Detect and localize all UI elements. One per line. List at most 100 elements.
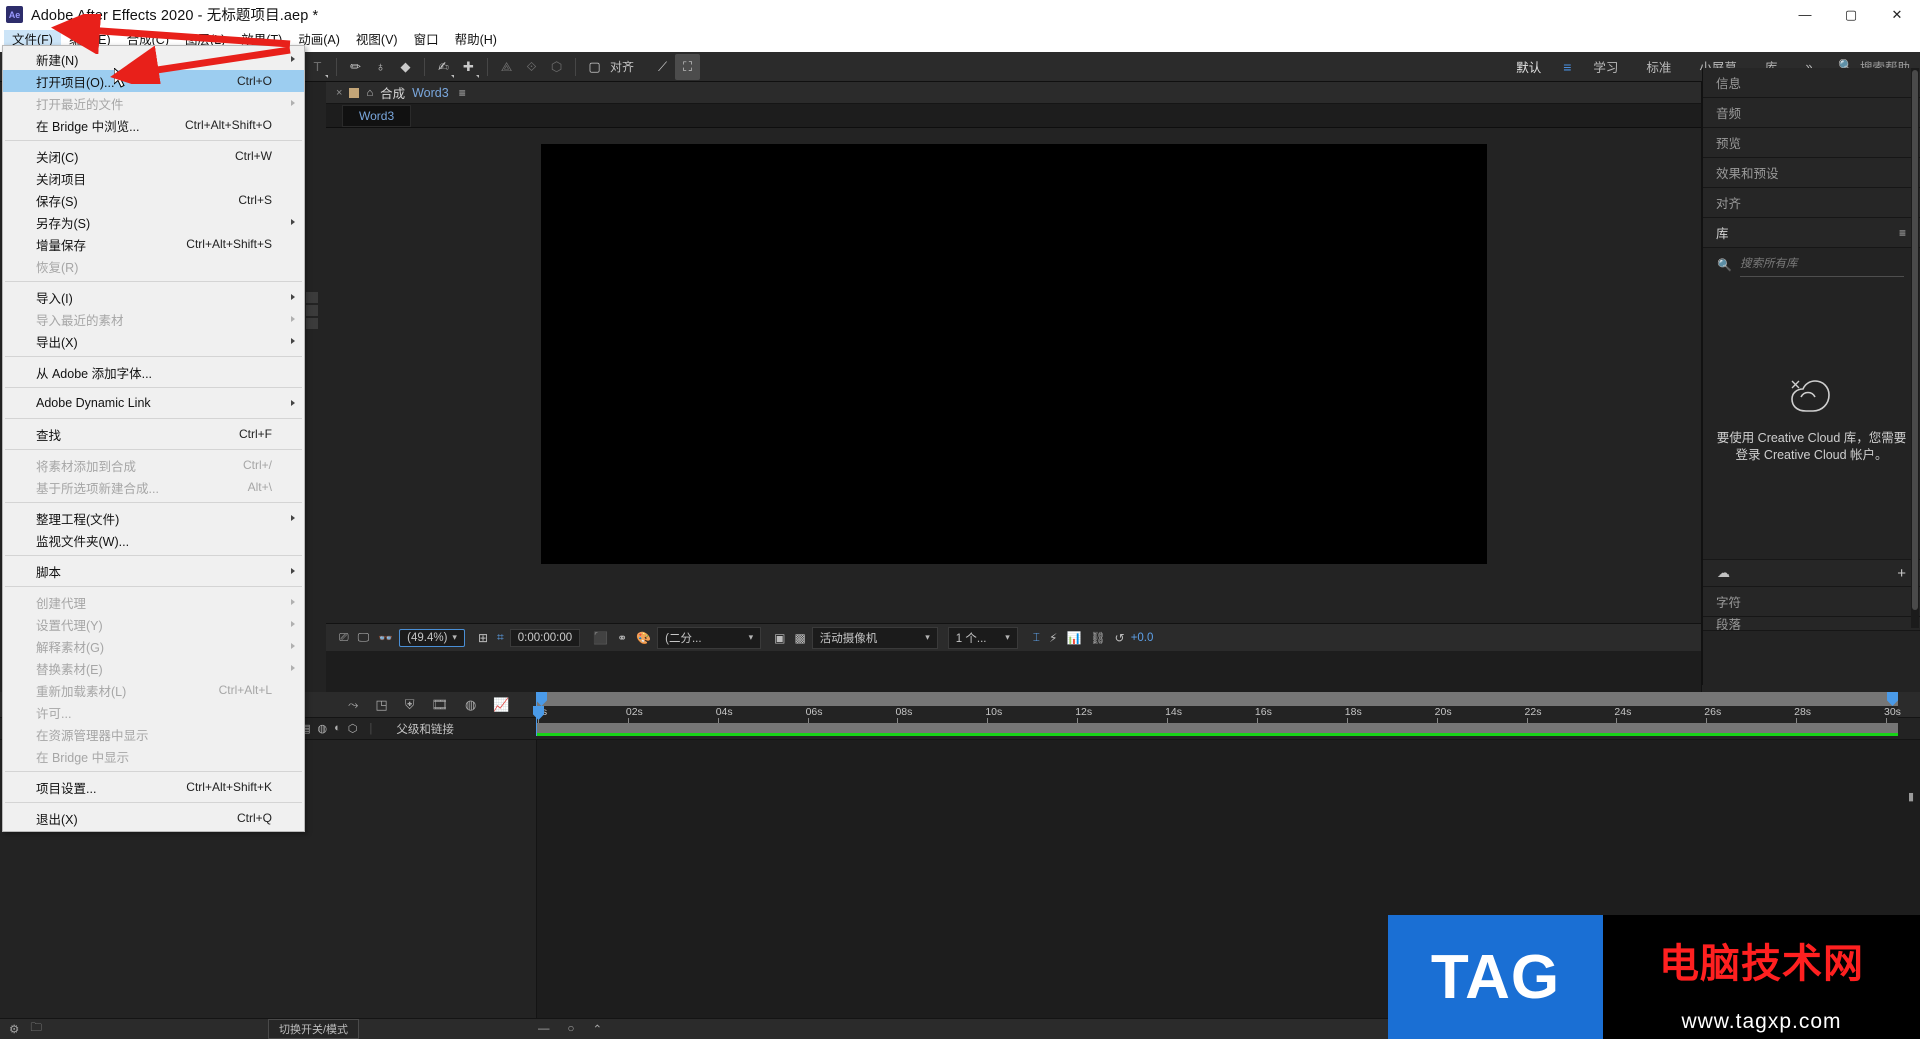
draft-3d-icon[interactable]: ◍ — [465, 697, 476, 713]
menu-item-新建-n-[interactable]: 新建(N) — [3, 48, 304, 70]
minimize-button[interactable]: — — [1782, 0, 1828, 29]
menu-item-打开项目-o-[interactable]: 打开项目(O)... Ctrl+O — [3, 70, 304, 92]
composition-canvas[interactable] — [540, 144, 1487, 564]
menu-window[interactable]: 窗口 — [406, 30, 447, 52]
workspace-learn[interactable]: 学习 — [1579, 52, 1632, 82]
pin-icon[interactable]: ▮ — [1904, 790, 1918, 803]
view-axis-mode-icon[interactable]: ⬡ — [544, 54, 569, 80]
timeline-ruler[interactable]: 0s02s04s06s08s10s12s14s16s18s20s22s24s26… — [533, 692, 1901, 736]
close-tab-icon[interactable]: × — [336, 87, 342, 99]
exposure-value[interactable]: +0.0 — [1131, 632, 1154, 644]
fast-preview-icon[interactable]: ⚡ — [1046, 631, 1060, 645]
puppet-pin-tool[interactable]: ✚ — [456, 54, 481, 80]
close-button[interactable]: ✕ — [1874, 0, 1920, 29]
folder-icon[interactable]: 🗀 — [30, 1020, 42, 1039]
library-search-input[interactable]: 搜索所有库 — [1740, 258, 1798, 270]
comp-flowchart-icon[interactable]: ⛓ — [1087, 631, 1108, 645]
zoom-slider-handle[interactable]: ○ — [568, 1023, 575, 1035]
menu-item-导入-i-[interactable]: 导入(I) — [3, 286, 304, 308]
frame-blend-icon[interactable]: 🎞 — [431, 697, 448, 713]
motion-blur-icon[interactable]: ⛨ — [405, 697, 415, 713]
panel-paragraph[interactable]: 段落 — [1703, 617, 1920, 631]
menu-item-监视文件夹-w-[interactable]: 监视文件夹(W)... — [3, 529, 304, 551]
zoom-out-icon[interactable]: — — [538, 1023, 550, 1035]
menu-item-增量保存[interactable]: 增量保存 Ctrl+Alt+Shift+S — [3, 233, 304, 255]
panel-info[interactable]: 信息 — [1703, 68, 1920, 98]
exposure-reset-icon[interactable]: ↺ — [1112, 631, 1128, 645]
region-of-interest-icon[interactable]: ⛶ — [675, 53, 701, 80]
snapshot-icon[interactable]: ⬛ — [590, 631, 611, 645]
menu-item-另存为-s-[interactable]: 另存为(S) — [3, 211, 304, 233]
current-time-field[interactable]: 0:00:00:00 — [509, 628, 581, 647]
panel-audio[interactable]: 音频 — [1703, 98, 1920, 128]
target-region-icon[interactable]: ▣ — [771, 631, 788, 645]
timeline-jump-icon[interactable]: 📊 — [1063, 631, 1084, 645]
library-search-row[interactable]: 🔍 搜索所有库 — [1703, 248, 1920, 282]
motion-blur-switch-icon[interactable]: ◍ — [317, 722, 327, 735]
menu-item-在-bridge-中浏览-[interactable]: 在 Bridge 中浏览... Ctrl+Alt+Shift+O — [3, 114, 304, 136]
region-of-interest-toggle[interactable]: ⌗ — [494, 630, 507, 645]
grid-guides-icon[interactable]: ⊞ — [475, 631, 491, 645]
panel-menu-icon[interactable]: ≡ — [459, 86, 466, 100]
menu-item-整理工程-文件-[interactable]: 整理工程(文件) — [3, 507, 304, 529]
menu-item-项目设置-[interactable]: 项目设置... Ctrl+Alt+Shift+K — [3, 776, 304, 798]
panel-libraries[interactable]: 库 ≡ — [1703, 218, 1920, 248]
camera-view-select[interactable]: 活动摄像机 ▾ — [811, 626, 938, 649]
cloud-sync-icon[interactable]: ☁ — [1717, 565, 1730, 581]
3d-glasses-icon[interactable]: 👓 — [375, 631, 396, 645]
maximize-button[interactable]: ▢ — [1828, 0, 1874, 29]
local-axis-mode-icon[interactable]: ⟁ — [494, 54, 519, 80]
toggle-switches-modes-button[interactable]: 切换开关/模式 — [268, 1019, 360, 1039]
panel-effects-presets[interactable]: 效果和预设 — [1703, 158, 1920, 188]
snapping-checkbox[interactable]: ▢ — [582, 54, 607, 80]
workspace-menu-icon[interactable]: ≡ — [1555, 59, 1579, 75]
world-axis-mode-icon[interactable]: ⟐ — [519, 54, 544, 80]
graph-editor-search-icon[interactable]: ⤳ — [348, 697, 358, 713]
menu-item-导出-x-[interactable]: 导出(X) — [3, 330, 304, 352]
menu-item-adobe-dynamic-link[interactable]: Adobe Dynamic Link — [3, 392, 304, 414]
view-count-select[interactable]: 1 个... ▾ — [947, 626, 1018, 649]
show-snapshot-icon[interactable]: ⚭ — [614, 631, 630, 645]
right-panel-scrollbar[interactable] — [1911, 68, 1919, 628]
panel-character[interactable]: 字符 — [1703, 587, 1920, 617]
menu-item-查找[interactable]: 查找 Ctrl+F — [3, 423, 304, 445]
composition-viewer[interactable]: ⎚ 🖵 👓 (49.4%) ▾ ⊞ ⌗ 0:00:00:00 ⬛ ⚭ 🎨 (二分… — [326, 128, 1701, 651]
always-preview-icon[interactable]: ⎚ — [336, 630, 352, 645]
brush-tool[interactable]: ✏ — [343, 54, 368, 80]
panel-preview[interactable]: 预览 — [1703, 128, 1920, 158]
resolution-select[interactable]: (二分... ▾ — [657, 626, 762, 649]
panel-menu-icon[interactable]: ≡ — [1899, 226, 1906, 240]
workspace-standard[interactable]: 标准 — [1632, 52, 1685, 82]
snap-target-icon[interactable]: ⟋ — [650, 54, 675, 80]
menu-item-退出-x-[interactable]: 退出(X) Ctrl+Q — [3, 807, 304, 829]
zoom-in-icon[interactable]: ⌃ — [592, 1022, 602, 1036]
panel-align[interactable]: 对齐 — [1703, 188, 1920, 218]
adjustment-layer-icon[interactable]: ◐ — [334, 722, 341, 735]
graph-editor-icon[interactable]: 📈 — [493, 697, 509, 713]
zoom-level-select[interactable]: (49.4%) ▾ — [399, 628, 465, 647]
render-queue-icon[interactable]: ⚙ — [9, 1022, 19, 1036]
clone-stamp-tool[interactable]: ♁ — [368, 54, 393, 80]
work-area-end-handle[interactable] — [1887, 692, 1898, 706]
text-tool[interactable]: T — [305, 54, 330, 80]
workspace-default[interactable]: 默认 — [1502, 52, 1555, 82]
pixel-aspect-correction-icon[interactable]: ⌶ — [1030, 630, 1043, 645]
add-library-button[interactable]: + — [1897, 565, 1906, 582]
monitor-icon[interactable]: 🖵 — [355, 630, 373, 645]
file-dropdown-menu[interactable]: 新建(N) 打开项目(O)... Ctrl+O 打开最近的文件在 Bridge 中浏览… — [2, 45, 305, 832]
roto-brush-tool[interactable]: ✍ — [431, 54, 456, 80]
menu-item-关闭项目[interactable]: 关闭项目 — [3, 167, 304, 189]
lock-icon[interactable]: ⌂ — [366, 87, 373, 99]
transparency-grid-icon[interactable]: ▩ — [791, 631, 808, 645]
menu-item-从-adobe-添加字体-[interactable]: 从 Adobe 添加字体... — [3, 361, 304, 383]
menu-item-关闭-c-[interactable]: 关闭(C) Ctrl+W — [3, 145, 304, 167]
three-d-layer-icon[interactable]: ⬡ — [348, 722, 358, 735]
timeline-band[interactable] — [536, 723, 1898, 736]
menu-item-保存-s-[interactable]: 保存(S) Ctrl+S — [3, 189, 304, 211]
eraser-tool[interactable]: ◆ — [393, 54, 418, 80]
subtab-word3[interactable]: Word3 — [342, 104, 412, 127]
menu-help[interactable]: 帮助(H) — [447, 30, 505, 52]
menu-view[interactable]: 视图(V) — [348, 30, 406, 52]
3d-renderer-icon[interactable]: ◳ — [375, 697, 387, 713]
channel-rgb-icon[interactable]: 🎨 — [633, 631, 654, 645]
